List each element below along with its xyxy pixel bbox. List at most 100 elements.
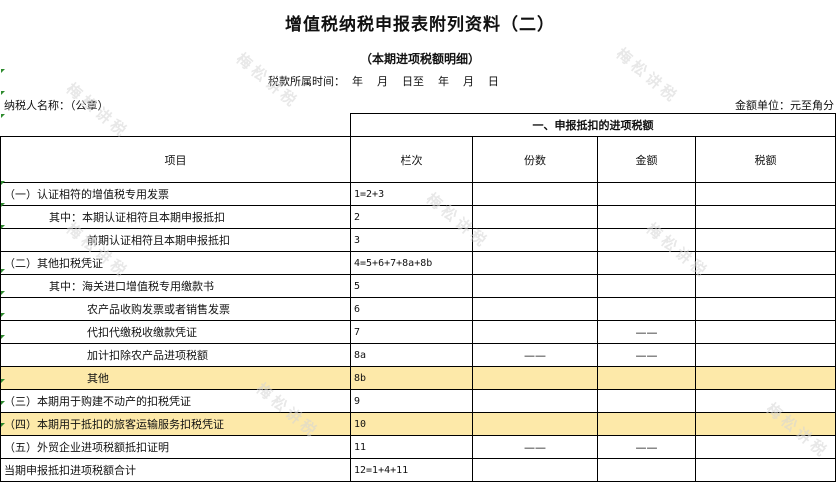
comment-marker-icon (1, 313, 5, 317)
row-tax-cell[interactable] (695, 343, 836, 367)
row-line-no: 9 (350, 389, 473, 413)
section-title: 一、申报抵扣的进项税额 (350, 113, 836, 137)
row-line-no: 4=5+6+7+8a+8b (350, 251, 473, 275)
row-item: 其中：本期认证相符且本期申报抵扣 (0, 205, 351, 229)
table-row: （二）其他扣税凭证 4=5+6+7+8a+8b (0, 251, 836, 275)
row-item: （五）外贸企业进项税额抵扣证明 (0, 435, 351, 459)
amount-unit-label: 金额单位：元至角分 (735, 99, 834, 112)
column-header-tax: 税额 (695, 136, 836, 183)
input-tax-table: 一、申报抵扣的进项税额 项目 栏次 份数 金额 税额 （一）认证相符的增值税专用… (0, 113, 836, 482)
row-item: 其他 (0, 366, 351, 390)
row-count-cell[interactable] (472, 182, 598, 206)
blank-cell (0, 113, 351, 137)
row-tax-cell[interactable] (695, 412, 836, 436)
row-amount-cell[interactable] (597, 366, 696, 390)
row-count-cell[interactable] (472, 320, 598, 344)
row-count-cell[interactable] (472, 458, 598, 482)
row-tax-cell[interactable] (695, 228, 836, 252)
column-header-amount: 金额 (597, 136, 696, 183)
table-row-highlighted: （四）本期用于抵扣的旅客运输服务扣税凭证 10 (0, 412, 836, 436)
row-count-cell[interactable] (472, 389, 598, 413)
row-tax-cell[interactable] (695, 274, 836, 298)
row-amount-cell[interactable] (597, 205, 696, 229)
row-count-cell[interactable] (472, 366, 598, 390)
row-item: 代扣代缴税收缴款凭证 (0, 320, 351, 344)
comment-marker-icon (1, 91, 5, 95)
row-line-no: 6 (350, 297, 473, 321)
row-item: 其中：海关进口增值税专用缴款书 (0, 274, 351, 298)
row-amount-cell: —— (597, 320, 696, 344)
row-item: 加计扣除农产品进项税额 (0, 343, 351, 367)
comment-marker-icon (1, 269, 5, 273)
row-line-no: 3 (350, 228, 473, 252)
row-line-no: 12=1+4+11 (350, 458, 473, 482)
row-item: （三）本期用于购建不动产的扣税凭证 (0, 389, 351, 413)
table-row: （五）外贸企业进项税额抵扣证明 11 —— —— (0, 435, 836, 459)
row-count-cell[interactable] (472, 297, 598, 321)
row-line-no: 7 (350, 320, 473, 344)
row-item: （二）其他扣税凭证 (0, 251, 351, 275)
column-header-row: 项目 栏次 份数 金额 税额 (0, 136, 836, 183)
column-header-count: 份数 (472, 136, 598, 183)
row-amount-cell[interactable] (597, 412, 696, 436)
table-row: 其中：本期认证相符且本期申报抵扣 2 (0, 205, 836, 229)
comment-marker-icon (1, 335, 5, 339)
comment-marker-icon (1, 423, 5, 427)
row-line-no: 5 (350, 274, 473, 298)
row-count-cell[interactable] (472, 412, 598, 436)
row-amount-cell[interactable] (597, 389, 696, 413)
table-row: 农产品收购发票或者销售发票 6 (0, 297, 836, 321)
row-amount-cell[interactable] (597, 274, 696, 298)
comment-marker-icon (1, 291, 5, 295)
row-line-no: 1=2+3 (350, 182, 473, 206)
row-line-no: 8a (350, 343, 473, 367)
row-item: （一）认证相符的增值税专用发票 (0, 182, 351, 206)
taxpayer-name-label: 纳税人名称：（公章） (4, 99, 109, 112)
column-header-line: 栏次 (350, 136, 473, 183)
comment-marker-icon (1, 181, 5, 185)
row-amount-cell[interactable] (597, 251, 696, 275)
row-item: 当期申报抵扣进项税额合计 (0, 458, 351, 482)
row-tax-cell[interactable] (695, 205, 836, 229)
table-row: （三）本期用于购建不动产的扣税凭证 9 (0, 389, 836, 413)
comment-marker-icon (1, 225, 5, 229)
comment-marker-icon (1, 203, 5, 207)
row-line-no: 8b (350, 366, 473, 390)
row-tax-cell[interactable] (695, 366, 836, 390)
row-item: （四）本期用于抵扣的旅客运输服务扣税凭证 (0, 412, 351, 436)
comment-marker-icon (1, 114, 5, 118)
row-tax-cell[interactable] (695, 389, 836, 413)
row-count-cell: —— (472, 343, 598, 367)
row-count-cell[interactable] (472, 228, 598, 252)
table-row-highlighted: 其他 8b (0, 366, 836, 390)
row-tax-cell[interactable] (695, 435, 836, 459)
comment-marker-icon (1, 401, 5, 405)
row-tax-cell[interactable] (695, 182, 836, 206)
form-title: 增值税纳税申报表附列资料（二） (285, 15, 555, 35)
row-tax-cell[interactable] (695, 320, 836, 344)
comment-marker-icon (1, 69, 5, 73)
row-line-no: 10 (350, 412, 473, 436)
row-tax-cell[interactable] (695, 251, 836, 275)
row-tax-cell[interactable] (695, 458, 836, 482)
table-row: 前期认证相符且本期申报抵扣 3 (0, 228, 836, 252)
row-tax-cell[interactable] (695, 297, 836, 321)
table-row: 加计扣除农产品进项税额 8a —— —— (0, 343, 836, 367)
row-amount-cell[interactable] (597, 182, 696, 206)
table-row: 其中：海关进口增值税专用缴款书 5 (0, 274, 836, 298)
row-item: 前期认证相符且本期申报抵扣 (0, 228, 351, 252)
row-amount-cell: —— (597, 343, 696, 367)
row-count-cell[interactable] (472, 205, 598, 229)
row-count-cell: —— (472, 435, 598, 459)
row-count-cell[interactable] (472, 251, 598, 275)
table-row-total: 当期申报抵扣进项税额合计 12=1+4+11 (0, 458, 836, 482)
table-row: 代扣代缴税收缴款凭证 7 —— (0, 320, 836, 344)
row-count-cell[interactable] (472, 274, 598, 298)
row-amount-cell[interactable] (597, 458, 696, 482)
row-amount-cell: —— (597, 435, 696, 459)
column-header-item: 项目 (0, 136, 351, 183)
table-row: （一）认证相符的增值税专用发票 1=2+3 (0, 182, 836, 206)
row-amount-cell[interactable] (597, 228, 696, 252)
row-amount-cell[interactable] (597, 297, 696, 321)
comment-marker-icon (1, 379, 5, 383)
